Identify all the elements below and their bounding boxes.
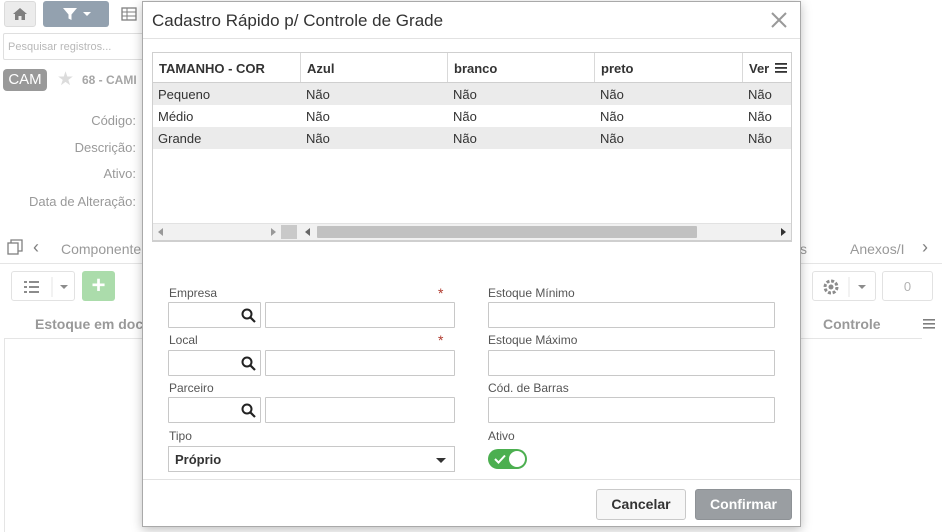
grid-cell[interactable]: Não bbox=[743, 127, 791, 149]
search-icon[interactable] bbox=[241, 403, 256, 418]
grid-row-medio[interactable]: Médio Não Não Não Não bbox=[153, 105, 791, 127]
modal-footer-divider bbox=[143, 479, 800, 480]
ativo-toggle[interactable] bbox=[488, 449, 527, 469]
tipo-select[interactable]: Próprio bbox=[168, 446, 455, 472]
empresa-code-input[interactable] bbox=[168, 302, 261, 328]
modal-header-divider bbox=[143, 38, 800, 39]
quick-register-modal: Cadastro Rápido p/ Controle de Grade TAM… bbox=[142, 1, 801, 527]
estoque-minimo-input[interactable] bbox=[488, 302, 775, 328]
tipo-selected-value: Próprio bbox=[175, 452, 222, 467]
required-mark: * bbox=[438, 332, 444, 348]
required-mark: * bbox=[438, 285, 444, 301]
grid-row-grande[interactable]: Grande Não Não Não Não bbox=[153, 127, 791, 149]
grid-header-azul[interactable]: Azul bbox=[301, 53, 448, 82]
grid-cell[interactable]: Não bbox=[301, 83, 448, 105]
label-ativo: Ativo bbox=[488, 429, 515, 443]
grade-grid-header: TAMANHO - COR Azul branco preto Ver bbox=[153, 53, 791, 83]
cancel-button[interactable]: Cancelar bbox=[596, 489, 686, 520]
scroll-right-arrow-icon[interactable] bbox=[779, 228, 787, 236]
grade-grid: TAMANHO - COR Azul branco preto Ver Pequ… bbox=[152, 52, 792, 241]
parceiro-code-input[interactable] bbox=[168, 397, 261, 423]
grid-header-preto[interactable]: preto bbox=[595, 53, 743, 82]
empresa-name-input[interactable] bbox=[265, 302, 455, 328]
label-estoque-maximo: Estoque Máximo bbox=[488, 333, 578, 347]
grid-cell[interactable]: Não bbox=[595, 105, 743, 127]
label-empresa: Empresa bbox=[169, 286, 218, 300]
grid-bottom-border bbox=[152, 240, 792, 242]
grid-cell[interactable]: Não bbox=[743, 83, 791, 105]
label-estoque-minimo: Estoque Mínimo bbox=[488, 286, 575, 300]
grid-column-menu-icon[interactable] bbox=[773, 60, 789, 76]
grid-cell[interactable]: Não bbox=[448, 127, 595, 149]
grid-cell: Médio bbox=[158, 109, 194, 124]
toggle-knob bbox=[509, 451, 525, 467]
local-code-input[interactable] bbox=[168, 350, 261, 376]
grid-cell[interactable]: Não bbox=[595, 83, 743, 105]
scroll-thumb[interactable] bbox=[317, 226, 697, 238]
label-cod-barras: Cód. de Barras bbox=[488, 381, 569, 395]
search-icon[interactable] bbox=[241, 356, 256, 371]
grid-cell: Grande bbox=[158, 131, 202, 146]
frozen-scroll-thumb[interactable] bbox=[281, 225, 297, 239]
confirm-button[interactable]: Confirmar bbox=[695, 489, 792, 520]
label-parceiro: Parceiro bbox=[169, 381, 214, 395]
scroll-left-arrow-icon[interactable] bbox=[304, 228, 312, 236]
grid-cell[interactable]: Não bbox=[301, 105, 448, 127]
close-icon[interactable] bbox=[769, 10, 789, 30]
grid-cell[interactable]: Não bbox=[301, 127, 448, 149]
grid-cell: Pequeno bbox=[158, 87, 211, 102]
estoque-maximo-input[interactable] bbox=[488, 350, 775, 376]
scroll-right-arrow-icon[interactable] bbox=[269, 228, 277, 236]
chevron-down-icon bbox=[436, 458, 446, 463]
grid-header-tamanho-cor[interactable]: TAMANHO - COR bbox=[153, 53, 301, 82]
modal-title: Cadastro Rápido p/ Controle de Grade bbox=[152, 11, 444, 30]
label-local: Local bbox=[169, 333, 198, 347]
local-name-input[interactable] bbox=[265, 350, 455, 376]
parceiro-name-input[interactable] bbox=[265, 397, 455, 423]
grid-cell[interactable]: Não bbox=[595, 127, 743, 149]
grid-cell[interactable]: Não bbox=[448, 105, 595, 127]
cod-barras-input[interactable] bbox=[488, 397, 775, 423]
scroll-left-arrow-icon[interactable] bbox=[157, 228, 165, 236]
grid-cell[interactable]: Não bbox=[743, 105, 791, 127]
check-icon bbox=[494, 454, 506, 464]
grid-row-pequeno[interactable]: Pequeno Não Não Não Não bbox=[153, 83, 791, 105]
grid-horizontal-scrollbar[interactable] bbox=[153, 223, 791, 240]
search-icon[interactable] bbox=[241, 308, 256, 323]
label-tipo: Tipo bbox=[169, 429, 192, 443]
grid-cell[interactable]: Não bbox=[448, 83, 595, 105]
grid-header-branco[interactable]: branco bbox=[448, 53, 595, 82]
